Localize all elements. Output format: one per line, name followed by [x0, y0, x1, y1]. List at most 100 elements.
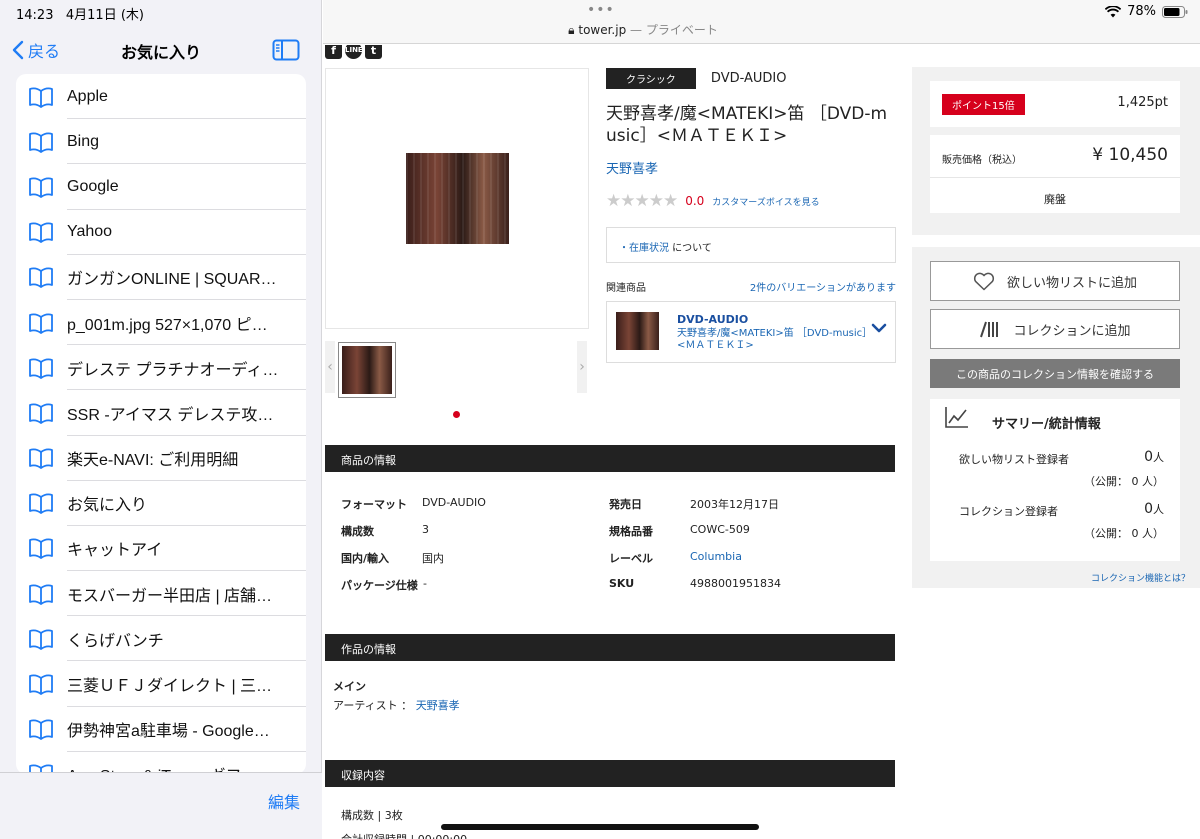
add-to-collection-button[interactable]: コレクションに追加 [930, 309, 1180, 349]
book-icon [29, 222, 53, 244]
view-collection-info-button[interactable]: この商品のコレクション情報を確認する [930, 359, 1180, 388]
info-key: レーベル [609, 552, 653, 565]
bookmark-item[interactable]: キャットアイ [16, 526, 306, 572]
bookmark-item[interactable]: Apple [16, 74, 306, 120]
artist-link[interactable]: 天野喜孝 [606, 158, 896, 177]
summary-title: サマリー/統計情報 [992, 417, 1101, 432]
facebook-icon[interactable]: f [325, 45, 342, 59]
availability-status: 廃盤 [1044, 193, 1066, 206]
bookmark-label: Apple [67, 87, 108, 105]
review-link[interactable]: カスタマーズボイスを見る [712, 195, 819, 208]
book-icon [29, 177, 53, 198]
related-label: 関連商品 [606, 283, 646, 294]
bookmark-label: p_001m.jpg 527×1,070 ピ… [67, 316, 268, 334]
wishlist-count-unit: 人 [1153, 451, 1164, 464]
bookmark-item[interactable]: 楽天e-NAVI: ご利用明細 [16, 436, 306, 481]
bookmark-item[interactable]: Yahoo [16, 210, 306, 255]
bookmark-item[interactable]: 伊勢神宮a駐車場 - Google… [16, 707, 306, 753]
collection-help-link[interactable]: コレクション機能とは？ [1091, 571, 1190, 584]
address-bar[interactable]: 🔒︎ tower.jp — プライベート [323, 21, 963, 38]
bookmark-item[interactable]: くらげバンチ [16, 616, 306, 662]
points-box: ポイント15倍 1,425pt [930, 81, 1180, 127]
work-main-label: メイン [333, 680, 366, 693]
bookmark-label: くらげバンチ [67, 632, 164, 650]
multitasking-dots[interactable]: ••• [587, 2, 615, 18]
book-icon [29, 448, 53, 469]
bookmark-item[interactable]: App Store & iTunes ギフ… [16, 752, 306, 774]
carousel-next-icon[interactable]: › [577, 341, 587, 393]
line-icon[interactable]: LINE [345, 45, 363, 59]
status-time: 14:23 [16, 8, 54, 23]
bookmark-item[interactable]: Bing [16, 119, 306, 165]
add-to-wishlist-button[interactable]: 欲しい物リストに追加 [930, 261, 1180, 301]
price-value: ¥ 10,450 [1092, 145, 1168, 165]
web-page: f LINE t ‹ › クラシック DVD-AUDIO 天野喜孝/魔<MATE… [323, 45, 1200, 839]
bookmark-item[interactable]: p_001m.jpg 527×1,070 ピ… [16, 300, 306, 346]
home-indicator [441, 824, 759, 830]
info-value: 4988001951834 [690, 577, 781, 590]
work-artist-link[interactable]: 天野喜孝 [416, 699, 460, 712]
info-key: SKU [609, 577, 635, 590]
book-icon [29, 493, 53, 515]
wishlist-count-label: 欲しい物リスト登録者 [959, 453, 1069, 466]
bookmark-item[interactable]: Google [16, 164, 306, 210]
bookmark-item[interactable]: お気に入り [16, 481, 306, 527]
section-header-tracks: 収録内容 [325, 760, 895, 787]
twitter-icon[interactable]: t [365, 45, 382, 59]
back-button[interactable]: 戻る [12, 38, 60, 62]
rating-value: 0.0 [685, 194, 705, 208]
info-key: 構成数 [341, 525, 374, 538]
collection-count: 0人 [1144, 501, 1164, 517]
stock-status-suffix: について [669, 243, 712, 254]
collection-count-label: コレクション登録者 [959, 505, 1058, 518]
info-value: 国内 [422, 552, 444, 565]
sidebar-header: 戻る お気に入り [0, 30, 322, 70]
related-product-card[interactable]: DVD-AUDIO 天野喜孝/魔<MATEKI>笛 ［DVD-music］<ＭＡ… [606, 301, 896, 363]
bookmark-label: モスバーガー半田店 | 店舗… [67, 587, 273, 605]
edit-button[interactable]: 編集 [268, 789, 300, 813]
product-info-table: フォーマット DVD-AUDIO 発売日 2003年12月17日 構成数 3 規格品番 COW… [341, 496, 881, 604]
bookmark-label: SSR -アイマス デレステ攻… [67, 406, 274, 424]
book-icon [29, 267, 53, 289]
product-info-column: クラシック DVD-AUDIO 天野喜孝/魔<MATEKI>笛 ［DVD-mus… [606, 68, 896, 363]
bookmark-item[interactable]: デレステ プラチナオーディ… [16, 345, 306, 391]
collection-icon [980, 321, 999, 338]
battery-icon [1162, 5, 1188, 18]
url-domain: tower.jp [578, 23, 627, 37]
book-icon [29, 674, 53, 695]
bookmark-label: お気に入り [67, 497, 148, 515]
book-icon [29, 87, 53, 108]
product-title: 天野喜孝/魔<MATEKI>笛 ［DVD-music］<ＭＡＴＥＫＩ> [606, 104, 888, 146]
bookmark-label: Bing [67, 132, 100, 150]
bookmark-item[interactable]: ガンガンONLINE | SQUAR… [16, 255, 306, 301]
wishlist-button-label: 欲しい物リストに追加 [1006, 275, 1137, 291]
bookmark-item[interactable]: 三菱ＵＦＪダイレクト | 三… [16, 661, 306, 707]
bookmark-item[interactable]: モスバーガー半田店 | 店舗… [16, 571, 306, 617]
album-cover-image[interactable] [406, 153, 509, 244]
label-link[interactable]: Columbia [690, 550, 742, 563]
genre-tag[interactable]: クラシック [606, 68, 696, 89]
collection-count-value: 0 [1144, 501, 1153, 517]
wishlist-count-value: 0 [1144, 449, 1153, 465]
variation-link[interactable]: 2件のバリエーションがあります [750, 279, 896, 294]
product-image-frame [325, 68, 589, 329]
price-box: 販売価格（税込） ¥ 10,450 廃盤 [930, 135, 1180, 213]
section-header-product-info: 商品の情報 [325, 445, 895, 472]
stock-status-box: ・在庫状況 について [606, 227, 896, 263]
info-row: パッケージ仕様 - SKU 4988001951834 [341, 577, 881, 604]
sidebar-toggle-icon[interactable] [272, 39, 300, 61]
carousel-prev-icon[interactable]: ‹ [325, 341, 335, 393]
bookmark-label: 三菱ＵＦＪダイレクト | 三… [67, 678, 273, 696]
bookmark-item[interactable]: SSR -アイマス デレステ攻… [16, 390, 306, 436]
bookmark-list: Apple Bing Google Yahoo ガンガンONLINE | SQUAR… p… [16, 74, 306, 774]
back-label: 戻る [28, 42, 61, 61]
book-icon [29, 403, 53, 424]
chevron-down-icon[interactable] [871, 322, 887, 334]
thumbnail-carousel: ‹ › [325, 341, 589, 398]
book-icon [29, 313, 53, 334]
work-artist-row: アーティスト ： 天野喜孝 [333, 697, 460, 713]
stock-status-link[interactable]: ・在庫状況 [619, 243, 669, 254]
thumbnail-image[interactable] [338, 342, 396, 398]
points-value: 1,425pt [1117, 95, 1168, 110]
work-artist-label: アーティスト ： [333, 699, 416, 712]
